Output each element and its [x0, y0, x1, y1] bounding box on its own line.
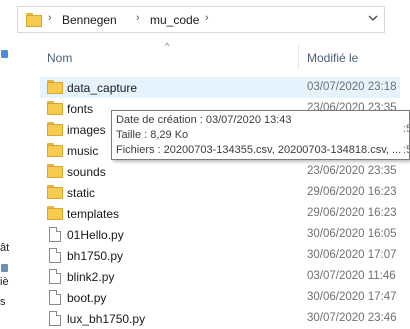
list-item[interactable]: blink2.py 03/07/2020 11:46	[40, 266, 400, 287]
item-date: 30/06/2020 17:47	[307, 291, 397, 303]
address-bar[interactable]: › Bennegen › mu_code ›	[17, 6, 385, 33]
item-date: 03/07/2020 23:18	[307, 81, 397, 93]
date-fragment: :5	[403, 144, 410, 156]
file-icon	[47, 248, 63, 263]
list-item[interactable]: data_capture 03/07/2020 23:18	[40, 77, 400, 98]
date-fragment: :5	[403, 123, 410, 135]
item-date: 29/06/2020 16:23	[307, 186, 397, 198]
item-date: 29/06/2020 16:23	[307, 207, 397, 219]
item-name: images	[67, 123, 106, 137]
item-name: bh1750.py	[67, 249, 124, 263]
item-name: music	[67, 144, 99, 158]
file-icon	[47, 311, 63, 326]
tooltip-files: Fichiers : 20200703-134355.csv, 20200703…	[116, 144, 402, 156]
column-header-name[interactable]: Nom	[47, 51, 72, 65]
list-item[interactable]: bh1750.py 30/06/2020 17:07	[40, 245, 400, 266]
tooltip-created: Date de création : 03/07/2020 13:43	[116, 114, 292, 126]
breadcrumb-separator[interactable]: ›	[48, 12, 52, 24]
pin-icon	[1, 264, 8, 272]
item-date: 30/06/2020 16:05	[307, 228, 397, 240]
chevron-down-icon[interactable]	[368, 13, 378, 26]
nav-item-label[interactable]: s	[0, 296, 6, 308]
folder-icon	[47, 164, 63, 179]
file-icon	[47, 290, 63, 305]
pin-icon	[1, 50, 8, 58]
tooltip-size: Taille : 8,29 Ko	[116, 129, 189, 141]
column-divider[interactable]	[298, 45, 299, 69]
nav-item-label[interactable]: ât	[0, 242, 9, 254]
breadcrumb-separator[interactable]: ›	[136, 12, 140, 24]
folder-info-tooltip: Date de création : 03/07/2020 13:43 Tail…	[111, 110, 410, 160]
breadcrumb-mu-code[interactable]: mu_code	[150, 13, 199, 27]
folder-icon	[47, 80, 63, 95]
item-name: templates	[67, 207, 120, 221]
list-item[interactable]: sounds 23/06/2020 23:35	[40, 161, 400, 182]
list-item[interactable]: 01Hello.py 30/06/2020 16:05	[40, 224, 400, 245]
folder-icon	[47, 185, 63, 200]
nav-item-label[interactable]: iè	[0, 276, 9, 288]
item-name: fonts	[67, 102, 94, 116]
item-name: 01Hello.py	[67, 228, 124, 242]
item-name: blink2.py	[67, 270, 115, 284]
item-date: 30/06/2020 17:07	[307, 249, 397, 261]
column-header-modified[interactable]: Modifié le	[307, 51, 358, 65]
file-icon	[47, 227, 63, 242]
navigation-pane[interactable]: ât iè s	[0, 36, 10, 327]
list-item[interactable]: boot.py 30/06/2020 17:47	[40, 287, 400, 308]
item-name: data_capture	[67, 81, 138, 95]
sort-indicator-icon: ^	[165, 41, 170, 51]
item-name: lux_bh1750.py	[67, 312, 146, 326]
folder-icon	[26, 13, 42, 27]
breadcrumb-separator[interactable]: ›	[205, 12, 209, 24]
file-icon	[47, 269, 63, 284]
item-date: 30/07/2020 23:46	[307, 312, 397, 324]
folder-icon	[47, 122, 63, 137]
item-date: 23/06/2020 23:35	[307, 165, 397, 177]
item-name: boot.py	[67, 291, 107, 305]
list-item[interactable]: templates 29/06/2020 16:23	[40, 203, 400, 224]
folder-icon	[47, 206, 63, 221]
list-item[interactable]: static 29/06/2020 16:23	[40, 182, 400, 203]
breadcrumb-bennegen[interactable]: Bennegen	[62, 13, 117, 27]
item-name: static	[67, 186, 96, 200]
item-date: 03/07/2020 11:46	[307, 270, 396, 282]
folder-icon	[47, 101, 63, 116]
item-name: sounds	[67, 165, 106, 179]
folder-icon	[47, 143, 63, 158]
list-item[interactable]: lux_bh1750.py 30/07/2020 23:46	[40, 308, 400, 329]
